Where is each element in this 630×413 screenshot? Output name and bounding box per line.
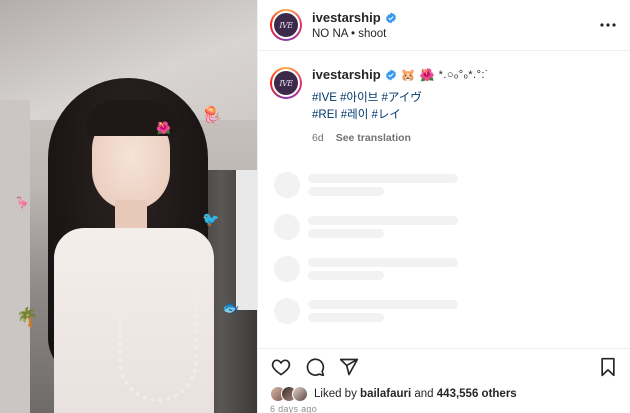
likes-conjunction: and — [414, 388, 434, 400]
skeleton-line — [308, 229, 384, 238]
more-options-icon[interactable] — [598, 15, 618, 35]
bird-sticker: 🐦 — [202, 211, 220, 227]
skeleton-line — [308, 174, 458, 183]
liker-avatars[interactable] — [270, 386, 308, 402]
skeleton-avatar — [274, 256, 300, 282]
avatar-logo: IVE — [279, 20, 293, 30]
caption-body: ivestarship 🐹 🌺 *.○ₒ°ₒ*.°:˙ #IVE #아이브 #ア… — [312, 67, 618, 144]
hair-flower-sticker: 🌺 — [156, 121, 171, 135]
action-bar — [258, 348, 630, 384]
likes-row: Liked by bailafauri and 443,556 others — [270, 386, 517, 402]
skeleton-line — [308, 313, 384, 322]
caption-username[interactable]: ivestarship — [312, 67, 381, 82]
post-panel: IVE ivestarship NO NA • shoot IVE ivesta… — [257, 0, 630, 413]
comment-skeleton — [274, 172, 474, 202]
caption-verified-badge-icon — [385, 69, 396, 80]
flamingo-sticker: 🦩 — [14, 196, 31, 211]
skeleton-avatar — [274, 214, 300, 240]
comment-skeleton — [274, 214, 474, 244]
heart-icon[interactable] — [268, 354, 294, 380]
skeleton-line — [308, 216, 458, 225]
window-light — [236, 170, 257, 310]
caption: IVE ivestarship 🐹 🌺 *.○ₒ°ₒ*.°:˙ #IVE #아이… — [258, 51, 630, 144]
palm-tree-sticker: 🌴 — [16, 307, 39, 327]
skeleton-line — [308, 271, 384, 280]
jellyfish-sticker: 🪼 — [202, 107, 222, 124]
hashtags-line-1[interactable]: #IVE #아이브 #アイヴ — [312, 90, 618, 107]
likes-prefix: Liked by — [314, 388, 357, 400]
caption-avatar-logo: IVE — [279, 78, 293, 88]
share-icon[interactable] — [336, 354, 362, 380]
avatar-image: IVE — [272, 11, 300, 39]
see-translation-link[interactable]: See translation — [336, 132, 411, 144]
comment-icon[interactable] — [302, 354, 328, 380]
likes-count[interactable]: 443,556 others — [437, 388, 517, 400]
instagram-post: 🌺 🪼 🦩 🐦 🌴 🐟 IVE ivestarship NO NA • shoo… — [0, 0, 630, 413]
shell-necklace — [118, 232, 198, 402]
skeleton-avatar — [274, 172, 300, 198]
caption-line: ivestarship 🐹 🌺 *.○ₒ°ₒ*.°:˙ — [312, 67, 618, 82]
comment-skeleton — [274, 298, 474, 328]
hamster-emoji: 🐹 — [400, 67, 416, 82]
caption-meta: 6d See translation — [312, 132, 618, 144]
verified-badge-icon — [385, 12, 396, 23]
caption-time[interactable]: 6d — [312, 132, 324, 144]
fish-sticker: 🐟 — [222, 299, 240, 315]
bookmark-icon[interactable] — [595, 354, 621, 380]
likes-user[interactable]: bailafauri — [360, 388, 411, 400]
flower-emoji: 🌺 — [419, 67, 435, 82]
skeleton-line — [308, 300, 458, 309]
skeleton-line — [308, 258, 458, 267]
header-username[interactable]: ivestarship — [312, 10, 381, 25]
post-header: IVE ivestarship NO NA • shoot — [258, 0, 630, 51]
header-subtitle[interactable]: NO NA • shoot — [312, 28, 598, 40]
caption-kaomoji: *.○ₒ°ₒ*.°:˙ — [438, 68, 490, 81]
door — [0, 100, 30, 413]
avatar[interactable]: IVE — [270, 9, 302, 41]
header-text: ivestarship NO NA • shoot — [312, 10, 598, 40]
caption-avatar[interactable]: IVE — [270, 67, 302, 99]
comment-skeleton — [274, 256, 474, 286]
caption-avatar-image: IVE — [272, 69, 300, 97]
hashtags-line-2[interactable]: #REI #레이 #レイ — [312, 107, 618, 124]
skeleton-avatar — [274, 298, 300, 324]
skeleton-line — [308, 187, 384, 196]
post-image[interactable]: 🌺 🪼 🦩 🐦 🌴 🐟 — [0, 0, 257, 413]
header-username-row: ivestarship — [312, 10, 598, 25]
post-date[interactable]: 6 days ago — [270, 404, 317, 413]
hashtags: #IVE #아이브 #アイヴ #REI #레이 #レイ — [312, 90, 618, 124]
liker-avatar — [292, 386, 308, 402]
